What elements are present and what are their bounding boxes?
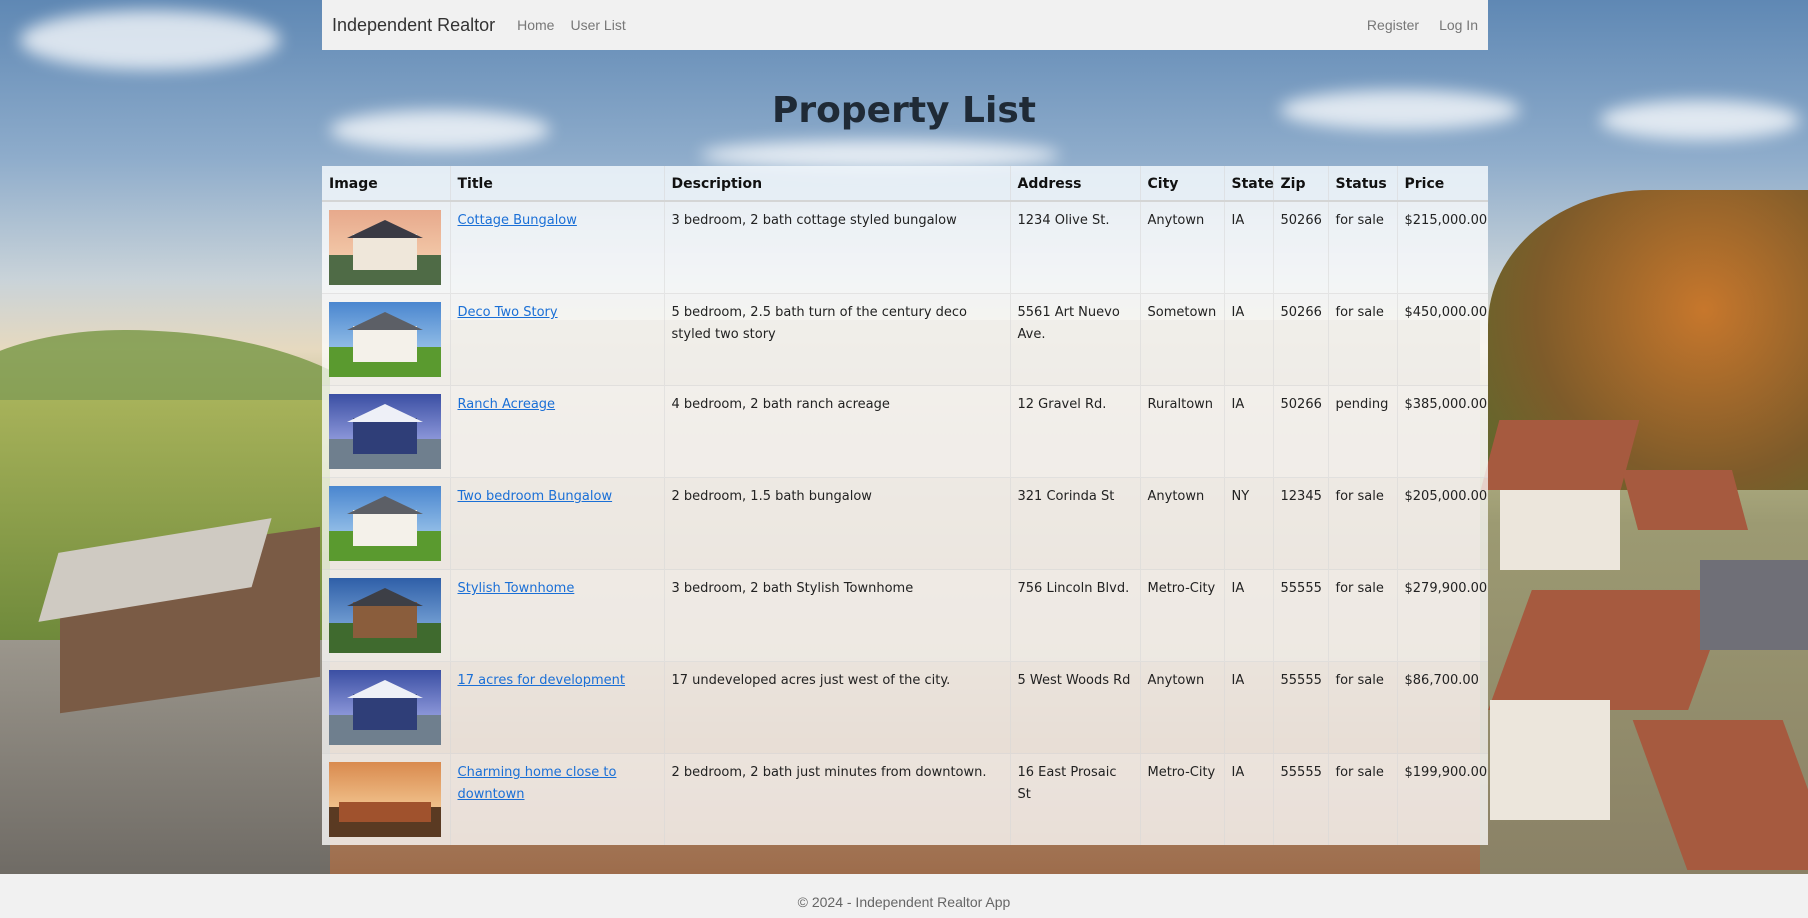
property-image xyxy=(329,302,441,377)
property-description: 3 bedroom, 2 bath Stylish Townhome xyxy=(664,569,1011,662)
property-title-link[interactable]: Stylish Townhome xyxy=(458,581,575,596)
header-price: Price xyxy=(1397,166,1488,202)
property-city: Anytown xyxy=(1140,661,1225,754)
property-title-link[interactable]: Deco Two Story xyxy=(458,305,558,320)
table-row: Ranch Acreage 4 bedroom, 2 bath ranch ac… xyxy=(322,385,1488,478)
property-city: Ruraltown xyxy=(1140,385,1225,478)
property-description: 5 bedroom, 2.5 bath turn of the century … xyxy=(664,293,1011,386)
login-link[interactable]: Log In xyxy=(1439,17,1478,33)
property-zip: 55555 xyxy=(1273,569,1329,662)
property-city: Sometown xyxy=(1140,293,1225,386)
property-address: 16 East Prosaic St xyxy=(1010,753,1141,845)
property-image xyxy=(329,486,441,561)
property-zip: 55555 xyxy=(1273,753,1329,845)
header-description: Description xyxy=(664,166,1011,202)
property-image xyxy=(329,578,441,653)
property-state: IA xyxy=(1224,569,1274,662)
property-address: 756 Lincoln Blvd. xyxy=(1010,569,1141,662)
header-city: City xyxy=(1140,166,1225,202)
property-city: Anytown xyxy=(1140,200,1225,294)
table-row: Deco Two Story 5 bedroom, 2.5 bath turn … xyxy=(322,293,1488,386)
property-price: $385,000.00 xyxy=(1397,385,1488,478)
table-row: Charming home close to downtown 2 bedroo… xyxy=(322,753,1488,845)
header-address: Address xyxy=(1010,166,1141,202)
top-navbar: Independent Realtor Home User List Regis… xyxy=(322,0,1488,50)
header-state: State xyxy=(1224,166,1274,202)
property-city: Metro-City xyxy=(1140,753,1225,845)
property-description: 4 bedroom, 2 bath ranch acreage xyxy=(664,385,1011,478)
property-status: for sale xyxy=(1328,753,1398,845)
property-zip: 50266 xyxy=(1273,293,1329,386)
property-image xyxy=(329,394,441,469)
table-header-row: Image Title Description Address City Sta… xyxy=(322,166,1488,202)
property-description: 2 bedroom, 1.5 bath bungalow xyxy=(664,477,1011,570)
property-status: for sale xyxy=(1328,293,1398,386)
property-address: 321 Corinda St xyxy=(1010,477,1141,570)
property-image xyxy=(329,210,441,285)
table-row: 17 acres for development 17 undeveloped … xyxy=(322,661,1488,754)
property-address: 5 West Woods Rd xyxy=(1010,661,1141,754)
header-title: Title xyxy=(450,166,665,202)
table-row: Two bedroom Bungalow 2 bedroom, 1.5 bath… xyxy=(322,477,1488,570)
property-status: for sale xyxy=(1328,477,1398,570)
property-zip: 50266 xyxy=(1273,200,1329,294)
property-city: Anytown xyxy=(1140,477,1225,570)
nav-right-group: Register Log In xyxy=(1347,17,1478,33)
property-description: 2 bedroom, 2 bath just minutes from down… xyxy=(664,753,1011,845)
property-address: 12 Gravel Rd. xyxy=(1010,385,1141,478)
nav-user-list-link[interactable]: User List xyxy=(570,17,625,33)
property-state: IA xyxy=(1224,753,1274,845)
nav-home-link[interactable]: Home xyxy=(517,17,554,33)
property-status: pending xyxy=(1328,385,1398,478)
property-title-link[interactable]: Ranch Acreage xyxy=(458,397,556,412)
property-state: IA xyxy=(1224,293,1274,386)
header-status: Status xyxy=(1328,166,1398,202)
property-image xyxy=(329,670,441,745)
header-zip: Zip xyxy=(1273,166,1329,202)
property-description: 17 undeveloped acres just west of the ci… xyxy=(664,661,1011,754)
property-title-link[interactable]: Two bedroom Bungalow xyxy=(458,489,613,504)
property-state: IA xyxy=(1224,661,1274,754)
property-title-link[interactable]: Cottage Bungalow xyxy=(458,213,577,228)
property-status: for sale xyxy=(1328,200,1398,294)
property-address: 5561 Art Nuevo Ave. xyxy=(1010,293,1141,386)
property-price: $450,000.00 xyxy=(1397,293,1488,386)
table-row: Stylish Townhome 3 bedroom, 2 bath Styli… xyxy=(322,569,1488,662)
header-image: Image xyxy=(322,166,451,202)
property-state: IA xyxy=(1224,200,1274,294)
property-state: NY xyxy=(1224,477,1274,570)
property-zip: 55555 xyxy=(1273,661,1329,754)
property-table: Image Title Description Address City Sta… xyxy=(322,166,1488,845)
property-image xyxy=(329,762,441,837)
footer: © 2024 - Independent Realtor App xyxy=(0,874,1808,918)
property-price: $279,900.00 xyxy=(1397,569,1488,662)
property-price: $205,000.00 xyxy=(1397,477,1488,570)
property-table-container: Image Title Description Address City Sta… xyxy=(322,166,1488,845)
table-row: Cottage Bungalow 3 bedroom, 2 bath cotta… xyxy=(322,200,1488,294)
property-price: $199,900.00 xyxy=(1397,753,1488,845)
property-address: 1234 Olive St. xyxy=(1010,200,1141,294)
page-title: Property List xyxy=(772,90,1036,131)
property-price: $86,700.00 xyxy=(1397,661,1488,754)
property-price: $215,000.00 xyxy=(1397,200,1488,294)
property-title-link[interactable]: 17 acres for development xyxy=(458,673,626,688)
property-title-link[interactable]: Charming home close to downtown xyxy=(458,765,617,802)
property-zip: 50266 xyxy=(1273,385,1329,478)
property-description: 3 bedroom, 2 bath cottage styled bungalo… xyxy=(664,200,1011,294)
property-city: Metro-City xyxy=(1140,569,1225,662)
brand-link[interactable]: Independent Realtor xyxy=(332,15,495,36)
property-state: IA xyxy=(1224,385,1274,478)
property-status: for sale xyxy=(1328,569,1398,662)
property-status: for sale xyxy=(1328,661,1398,754)
property-zip: 12345 xyxy=(1273,477,1329,570)
register-link[interactable]: Register xyxy=(1367,17,1419,33)
